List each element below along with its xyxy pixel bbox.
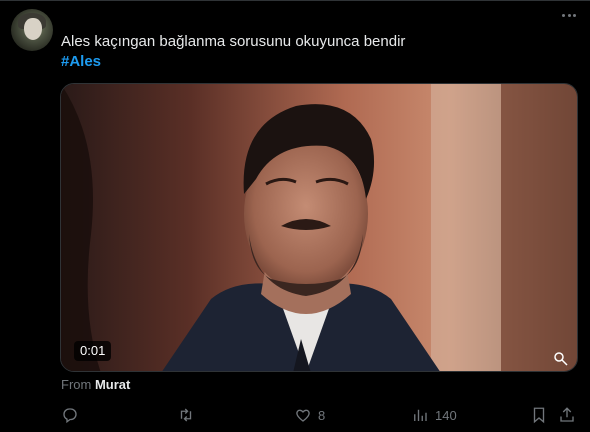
from-prefix: From (61, 377, 92, 392)
more-dot (573, 14, 576, 17)
bookmark-icon (533, 407, 545, 424)
tweet-text: Ales kaçıngan bağlanma sorusunu okuyunca… (61, 33, 406, 50)
more-dot (562, 14, 565, 17)
gif-icon[interactable] (553, 351, 569, 367)
reply-button[interactable] (61, 406, 85, 424)
avatar[interactable] (11, 9, 53, 51)
from-name[interactable]: Murat (95, 377, 130, 392)
bookmark-button[interactable] (530, 406, 548, 424)
more-dot (567, 14, 571, 17)
video-duration-badge: 0:01 (74, 341, 112, 361)
share-button[interactable] (558, 406, 576, 424)
views-icon (414, 409, 427, 421)
reply-icon (63, 408, 77, 424)
views-button[interactable]: 140 (411, 406, 457, 424)
like-icon (296, 409, 310, 422)
like-count: 8 (318, 407, 326, 423)
avatar-face (24, 18, 42, 40)
view-count: 140 (435, 407, 457, 423)
media-source: From Murat (61, 377, 130, 392)
action-bar: 8 140 (0, 400, 590, 432)
like-button[interactable]: 8 (294, 406, 325, 424)
more-icon[interactable] (562, 14, 576, 18)
retweet-button[interactable] (177, 406, 201, 424)
retweet-icon (180, 408, 192, 422)
video-player[interactable] (60, 83, 578, 372)
share-icon (560, 407, 574, 422)
hashtag-link[interactable]: #Ales (61, 52, 101, 72)
top-border (0, 0, 590, 1)
video-frame (61, 84, 577, 371)
